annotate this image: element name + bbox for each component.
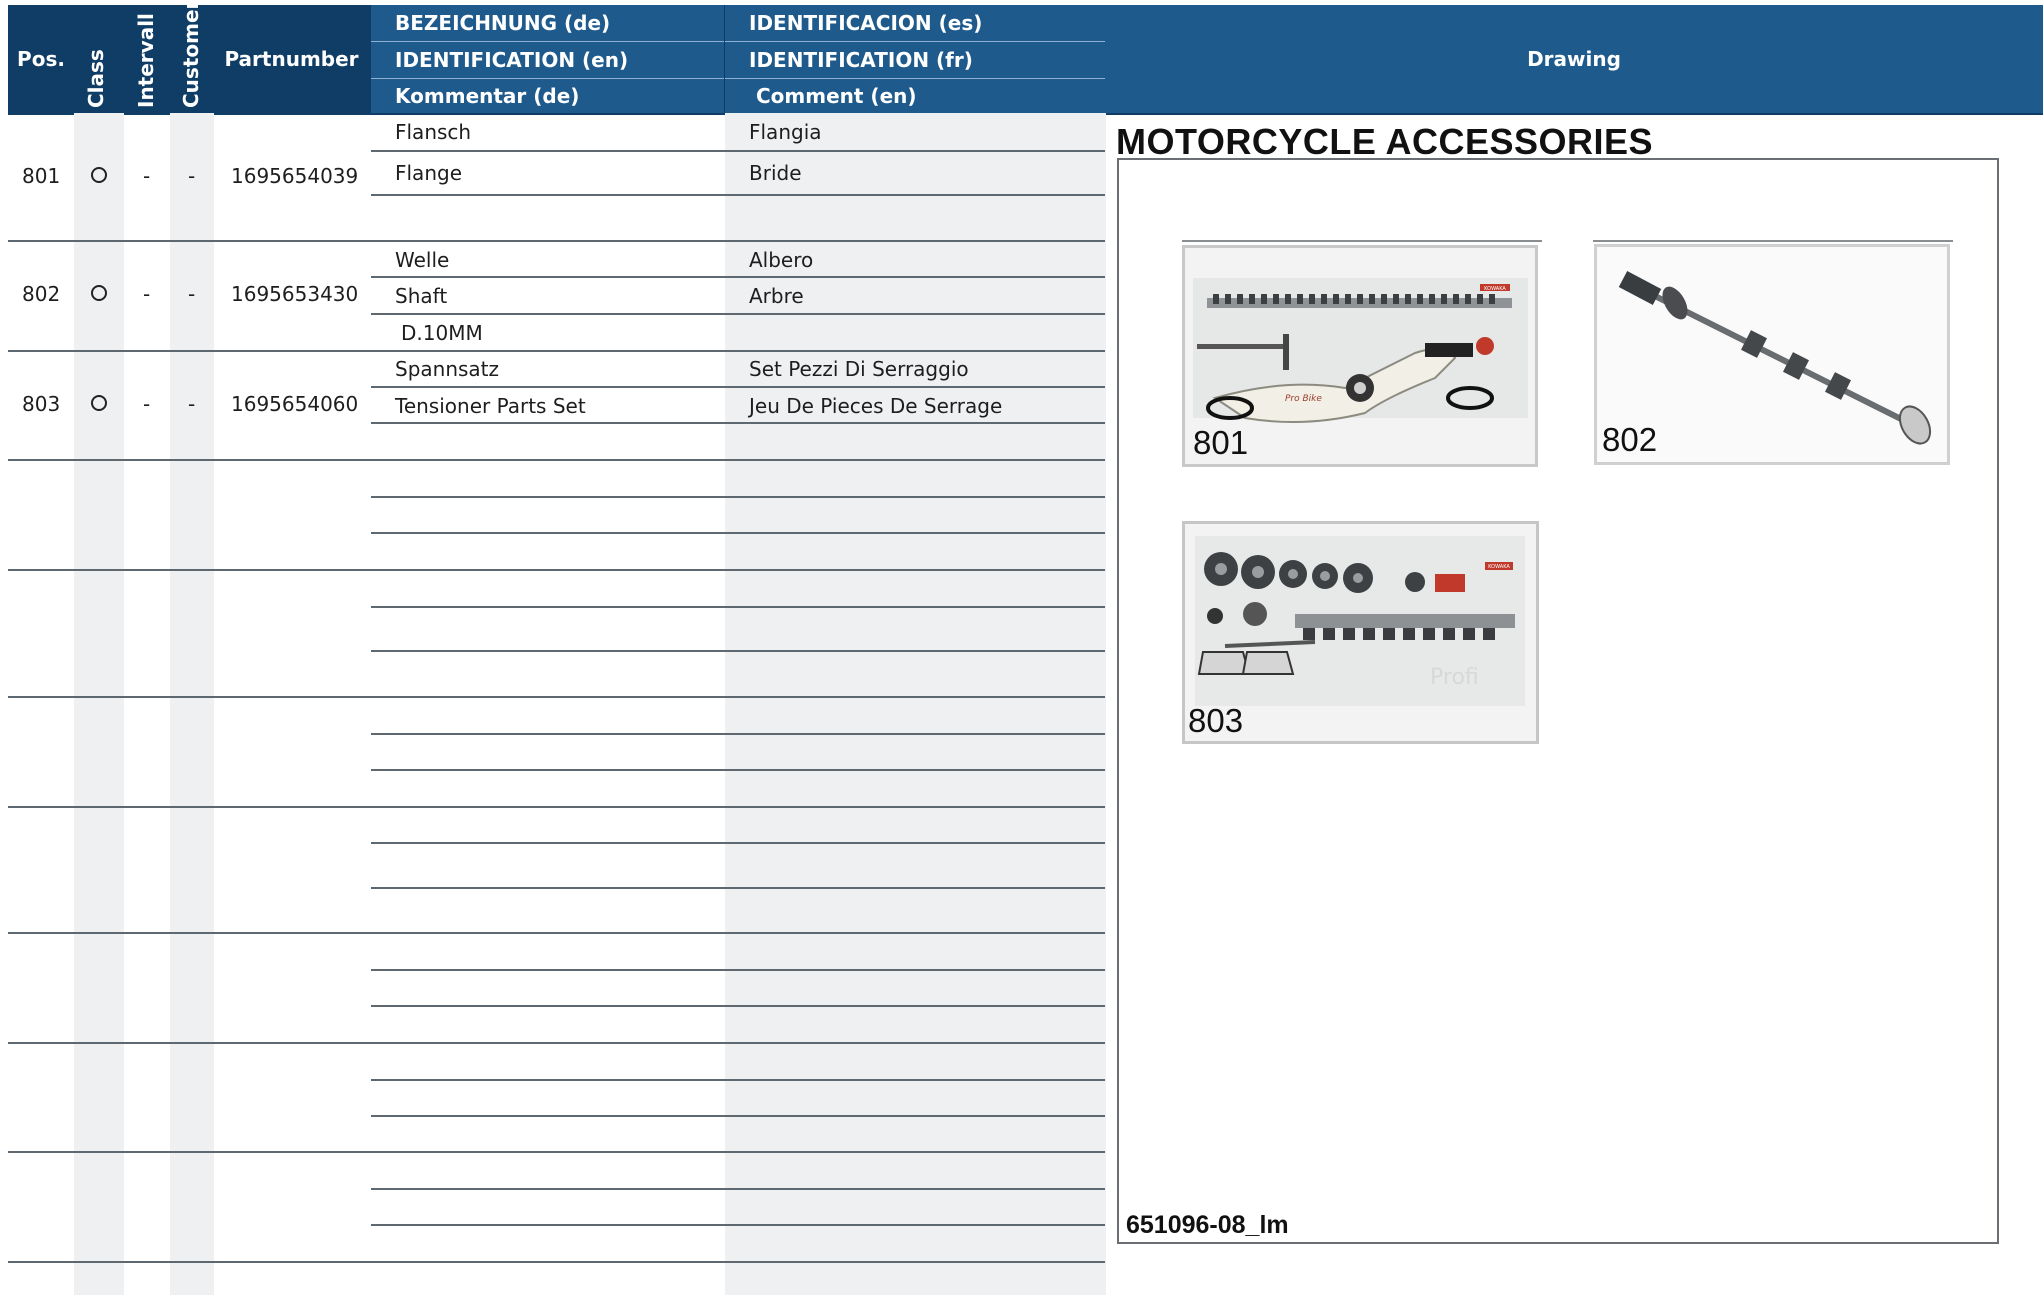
photo-top-rule xyxy=(1593,240,1953,242)
sub-separator xyxy=(371,769,1105,771)
comment-de-cell: D.10MM xyxy=(401,321,483,345)
row-separator xyxy=(8,459,1105,461)
row-separator xyxy=(8,1151,1105,1153)
name-es-cell: Albero xyxy=(749,248,814,272)
class-circle-icon xyxy=(91,395,107,411)
name-es-cell: Set Pezzi Di Serraggio xyxy=(749,357,969,381)
header-ident-fr: IDENTIFICATION (fr) xyxy=(749,48,973,72)
row-separator xyxy=(8,1261,1105,1263)
sub-separator xyxy=(371,733,1105,735)
sub-separator xyxy=(371,969,1105,971)
photo-logo-text: KOWAKA xyxy=(1488,564,1510,570)
row-separator xyxy=(8,1042,1105,1044)
name-en-cell: Shaft xyxy=(395,284,448,308)
name-fr-cell: Jeu De Pieces De Serrage xyxy=(749,394,1003,418)
name-fr-cell: Bride xyxy=(749,161,802,185)
row-separator xyxy=(8,350,1105,352)
sub-separator xyxy=(371,194,1105,196)
row-separator xyxy=(8,932,1105,934)
name-de-cell: Flansch xyxy=(395,120,472,144)
row-separator xyxy=(8,696,1105,698)
sub-separator xyxy=(371,1115,1105,1117)
header-komm-de: Kommentar (de) xyxy=(395,84,580,108)
partnumber-cell: 1695654060 xyxy=(231,392,359,416)
name-de-cell: Spannsatz xyxy=(395,357,500,381)
sub-separator xyxy=(371,1079,1105,1081)
pos-cell: 802 xyxy=(22,282,61,306)
drawing-label-801: 801 xyxy=(1193,424,1249,461)
pos-cell: 803 xyxy=(22,392,61,416)
sub-separator xyxy=(371,386,1105,388)
interval-cell: - xyxy=(143,392,151,416)
name-de-cell: Welle xyxy=(395,248,450,272)
photo-profi-text: Profi xyxy=(1430,665,1479,690)
header-intervall: Intervall xyxy=(134,13,158,108)
sub-separator xyxy=(371,496,1105,498)
row-separator xyxy=(8,240,1105,242)
name-es-cell: Flangia xyxy=(749,120,822,144)
customer-cell: - xyxy=(188,392,196,416)
sub-separator xyxy=(371,276,1105,278)
drawing-label-803: 803 xyxy=(1188,702,1244,739)
partnumber-cell: 1695654039 xyxy=(231,164,359,188)
sub-separator xyxy=(371,842,1105,844)
class-circle-icon xyxy=(91,167,107,183)
partnumber-cell: 1695653430 xyxy=(231,282,359,306)
sub-separator xyxy=(371,650,1105,652)
sub-separator xyxy=(371,1224,1105,1226)
header-es-fr-block: IDENTIFICACION (es) IDENTIFICATION (fr) … xyxy=(725,5,1105,113)
header-ident-en: IDENTIFICATION (en) xyxy=(395,48,629,72)
drawing-code: 651096-08_lm xyxy=(1126,1211,1289,1239)
name-fr-cell: Arbre xyxy=(749,284,804,308)
header-partnumber: Partnumber xyxy=(224,47,359,71)
parts-list-page: Pos. Class Intervall Customer Partnumber… xyxy=(0,0,2043,1295)
header-comm-en: Comment (en) xyxy=(756,84,917,108)
photo-logo-text: KOWAKA xyxy=(1484,286,1506,292)
sub-separator xyxy=(371,887,1105,889)
name-en-cell: Flange xyxy=(395,161,462,185)
drawing-label-802: 802 xyxy=(1602,421,1658,458)
pos-cell: 801 xyxy=(22,164,61,188)
name-en-cell: Tensioner Parts Set xyxy=(395,394,586,418)
interval-cell: - xyxy=(143,282,151,306)
drawing-title: MOTORCYCLE ACCESSORIES xyxy=(1116,121,1654,162)
photo-bike-text: Pro Bike xyxy=(1285,394,1322,404)
sub-separator xyxy=(371,1005,1105,1007)
header-bez-de: BEZEICHNUNG (de) xyxy=(395,11,611,35)
row-separator xyxy=(8,569,1105,571)
header-class: Class xyxy=(84,49,108,108)
interval-cell: - xyxy=(143,164,151,188)
customer-cell: - xyxy=(188,282,196,306)
class-circle-icon xyxy=(91,285,107,301)
header-drawing: Drawing xyxy=(1527,47,1621,71)
sub-separator xyxy=(371,422,1105,424)
customer-cell: - xyxy=(188,164,196,188)
sub-separator xyxy=(371,606,1105,608)
header-ident-es: IDENTIFICACION (es) xyxy=(749,11,983,35)
sub-separator xyxy=(371,1188,1105,1190)
sub-separator xyxy=(371,532,1105,534)
header-de-en-block: BEZEICHNUNG (de) IDENTIFICATION (en) Kom… xyxy=(371,5,724,113)
header-pos: Pos. xyxy=(17,47,65,71)
sub-separator xyxy=(371,313,1105,315)
photo-top-rule xyxy=(1182,240,1542,242)
header-customer: Customer xyxy=(179,0,203,108)
row-separator xyxy=(8,806,1105,808)
sub-separator xyxy=(371,150,1105,152)
